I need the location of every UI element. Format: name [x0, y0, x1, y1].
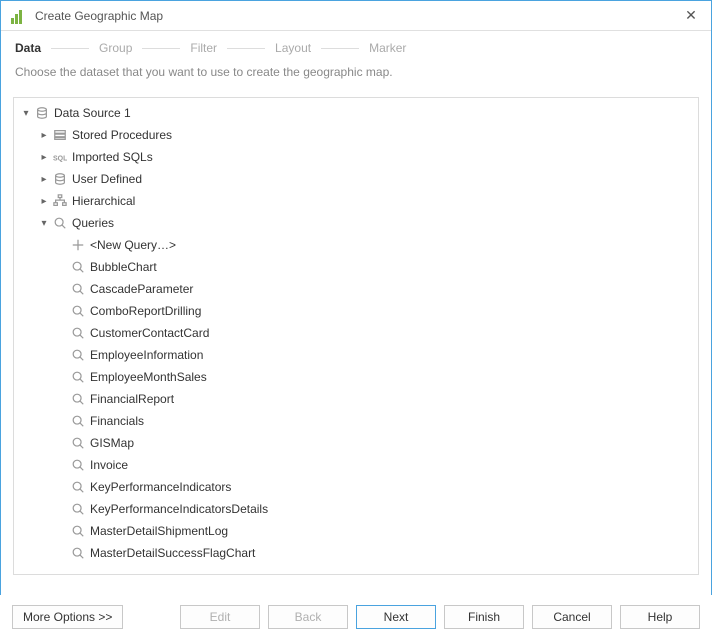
step-divider: [142, 48, 180, 49]
query-icon: [52, 215, 68, 231]
window-title: Create Geographic Map: [35, 9, 163, 23]
query-icon: [70, 281, 86, 297]
chevron-right-icon[interactable]: ▸: [38, 151, 50, 163]
titlebar: Create Geographic Map ✕: [1, 1, 711, 31]
tree-root[interactable]: ▾ Data Source 1: [14, 102, 698, 124]
tree-node-stored-procedures[interactable]: ▸ Stored Procedures: [14, 124, 698, 146]
chevron-right-icon[interactable]: ▸: [38, 173, 50, 185]
wizard-description: Choose the dataset that you want to use …: [1, 61, 711, 89]
tree-item[interactable]: ▸ComboReportDrilling: [14, 300, 698, 322]
step-marker[interactable]: Marker: [369, 41, 406, 55]
tree-item-label: <New Query…>: [90, 238, 176, 252]
query-icon: [70, 435, 86, 451]
tree-item-label: CascadeParameter: [90, 282, 193, 296]
query-icon: [70, 259, 86, 275]
tree-item[interactable]: ▸BubbleChart: [14, 256, 698, 278]
tree-node-user-defined[interactable]: ▸ User Defined: [14, 168, 698, 190]
cancel-button[interactable]: Cancel: [532, 605, 612, 629]
sql-icon: [52, 149, 68, 165]
next-button[interactable]: Next: [356, 605, 436, 629]
tree-item-label: ComboReportDrilling: [90, 304, 201, 318]
tree-item[interactable]: ▸FinancialReport: [14, 388, 698, 410]
help-button[interactable]: Help: [620, 605, 700, 629]
query-icon: [70, 501, 86, 517]
more-options-button[interactable]: More Options >>: [12, 605, 123, 629]
tree-item-label: EmployeeMonthSales: [90, 370, 207, 384]
step-filter[interactable]: Filter: [190, 41, 217, 55]
tree-item[interactable]: ▸CascadeParameter: [14, 278, 698, 300]
tree-item[interactable]: ▸GISMap: [14, 432, 698, 454]
step-data[interactable]: Data: [15, 41, 41, 55]
dataset-tree-scroll[interactable]: ▾ Data Source 1 ▸ Stored Procedures ▸ Im…: [14, 98, 698, 574]
tree-item-label: CustomerContactCard: [90, 326, 209, 340]
query-icon: [70, 391, 86, 407]
tree-item[interactable]: ▸MasterDetailShipmentLog: [14, 520, 698, 542]
tree-item-label: KeyPerformanceIndicatorsDetails: [90, 502, 268, 516]
wizard-footer: More Options >> Edit Back Next Finish Ca…: [0, 595, 712, 639]
tree-node-label: User Defined: [72, 172, 142, 186]
query-icon: [70, 413, 86, 429]
query-icon: [70, 479, 86, 495]
chevron-right-icon[interactable]: ▸: [38, 129, 50, 141]
close-icon[interactable]: ✕: [681, 7, 701, 24]
back-button[interactable]: Back: [268, 605, 348, 629]
query-icon: [70, 325, 86, 341]
tree-item-new-query[interactable]: ▸ <New Query…>: [14, 234, 698, 256]
tree-item[interactable]: ▸KeyPerformanceIndicatorsDetails: [14, 498, 698, 520]
tree-item[interactable]: ▸Invoice: [14, 454, 698, 476]
tree-item-label: Financials: [90, 414, 144, 428]
query-icon: [70, 369, 86, 385]
step-layout[interactable]: Layout: [275, 41, 311, 55]
query-icon: [70, 303, 86, 319]
hier-icon: [52, 193, 68, 209]
tree-item[interactable]: ▸EmployeeMonthSales: [14, 366, 698, 388]
tree-item-label: KeyPerformanceIndicators: [90, 480, 231, 494]
tree-item[interactable]: ▸EmployeeInformation: [14, 344, 698, 366]
query-icon: [70, 347, 86, 363]
query-icon: [70, 545, 86, 561]
tree-node-queries[interactable]: ▾ Queries: [14, 212, 698, 234]
tree-item[interactable]: ▸KeyPerformanceIndicators: [14, 476, 698, 498]
tree-node-hierarchical[interactable]: ▸ Hierarchical: [14, 190, 698, 212]
database-icon: [34, 105, 50, 121]
step-group[interactable]: Group: [99, 41, 132, 55]
database-icon: [52, 171, 68, 187]
tree-item-label: MasterDetailShipmentLog: [90, 524, 228, 538]
chevron-down-icon[interactable]: ▾: [20, 107, 32, 119]
query-icon: [70, 523, 86, 539]
app-icon: [11, 8, 27, 24]
tree-node-imported-sqls[interactable]: ▸ Imported SQLs: [14, 146, 698, 168]
tree-item-label: Invoice: [90, 458, 128, 472]
query-icon: [70, 457, 86, 473]
finish-button[interactable]: Finish: [444, 605, 524, 629]
dataset-tree: ▾ Data Source 1 ▸ Stored Procedures ▸ Im…: [13, 97, 699, 575]
chevron-down-icon[interactable]: ▾: [38, 217, 50, 229]
edit-button[interactable]: Edit: [180, 605, 260, 629]
proc-icon: [52, 127, 68, 143]
tree-root-label: Data Source 1: [54, 106, 131, 120]
tree-item[interactable]: ▸CustomerContactCard: [14, 322, 698, 344]
tree-node-label: Hierarchical: [72, 194, 135, 208]
chevron-right-icon[interactable]: ▸: [38, 195, 50, 207]
tree-item-label: EmployeeInformation: [90, 348, 203, 362]
step-divider: [321, 48, 359, 49]
tree-item-label: MasterDetailSuccessFlagChart: [90, 546, 255, 560]
tree-node-label: Stored Procedures: [72, 128, 172, 142]
step-divider: [227, 48, 265, 49]
tree-item-label: FinancialReport: [90, 392, 174, 406]
tree-item[interactable]: ▸Financials: [14, 410, 698, 432]
tree-node-label: Queries: [72, 216, 114, 230]
tree-item-label: BubbleChart: [90, 260, 157, 274]
step-divider: [51, 48, 89, 49]
step-bar: Data Group Filter Layout Marker: [1, 31, 711, 61]
tree-item-label: GISMap: [90, 436, 134, 450]
tree-item[interactable]: ▸MasterDetailSuccessFlagChart: [14, 542, 698, 564]
plus-icon: [70, 237, 86, 253]
tree-node-label: Imported SQLs: [72, 150, 153, 164]
